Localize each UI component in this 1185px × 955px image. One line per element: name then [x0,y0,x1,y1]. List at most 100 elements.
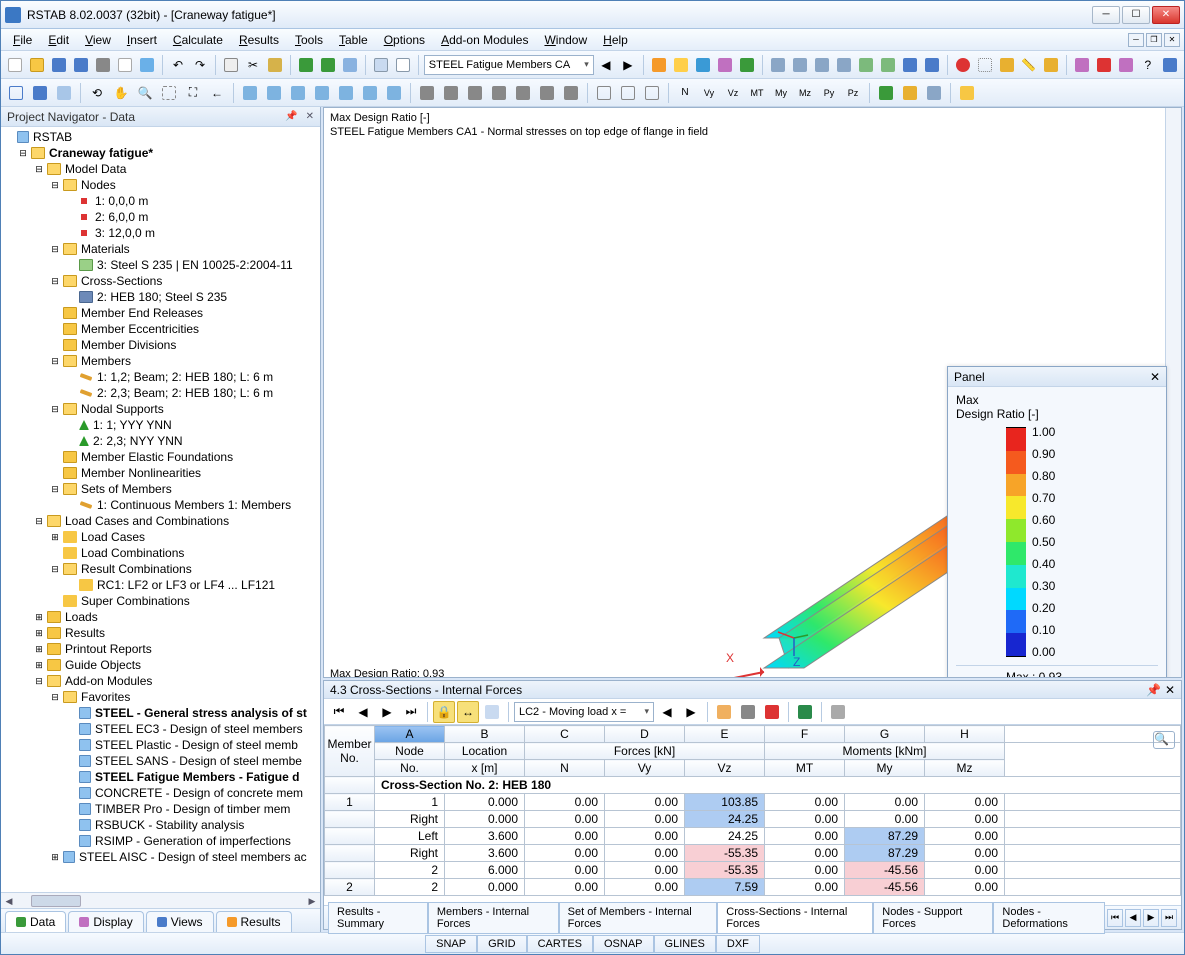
nav-tab-views[interactable]: Views [146,911,214,932]
tree-module[interactable]: ▸TIMBER Pro - Design of timber mem [1,801,320,817]
tree-super-combinations[interactable]: ▸Super Combinations [1,593,320,609]
tree-module[interactable]: ▸RSIMP - Generation of imperfections [1,833,320,849]
toolbar-icon[interactable] [715,54,735,76]
animation-icon[interactable] [875,82,897,104]
force-n-icon[interactable]: N [674,82,696,104]
close-icon[interactable]: ✕ [1150,370,1160,384]
tree-eccentricities[interactable]: ▸Member Eccentricities [1,321,320,337]
selection-icon[interactable] [593,82,615,104]
toolbar-icon[interactable] [812,54,832,76]
toolbar-icon[interactable] [834,54,854,76]
selection-icon[interactable] [641,82,663,104]
minimize-button[interactable]: ─ [1092,6,1120,24]
tree-sets-of-members[interactable]: ⊟Sets of Members [1,481,320,497]
menu-options[interactable]: Options [376,31,433,49]
tree-support[interactable]: ▸2: 2,3; NYY YNN [1,433,320,449]
scroll-left-icon[interactable]: ◀ [1,893,17,909]
navigator-icon[interactable] [371,54,391,76]
tree-result-combinations[interactable]: ⊟Result Combinations [1,561,320,577]
tree-model-data[interactable]: ⊟Model Data [1,161,320,177]
toolbar-icon[interactable] [1116,54,1136,76]
tree-module[interactable]: ▸STEEL - General stress analysis of st [1,705,320,721]
tree-node[interactable]: ▸1: 0,0,0 m [1,193,320,209]
horizontal-scrollbar[interactable]: ◀ ▶ [1,892,320,908]
navigator-tree[interactable]: ▸RSTAB⊟Craneway fatigue*⊟Model Data⊟Node… [1,127,320,892]
model-viewport[interactable]: Max Design Ratio [-] STEEL Fatigue Membe… [323,107,1182,678]
close-icon[interactable]: ✕ [1165,683,1175,697]
filter-icon[interactable] [956,82,978,104]
tree-set-member[interactable]: ▸1: Continuous Members 1: Members [1,497,320,513]
undo-icon[interactable]: ↶ [168,54,188,76]
filter-icon[interactable] [713,701,735,723]
menu-help[interactable]: Help [595,31,636,49]
values-icon[interactable] [923,82,945,104]
menu-insert[interactable]: Insert [119,31,165,49]
display-icon[interactable] [440,82,462,104]
display-icon[interactable] [488,82,510,104]
toolbar-icon[interactable] [737,54,757,76]
mdi-minimize-button[interactable]: ─ [1128,33,1144,47]
tree-module[interactable]: ▸RSBUCK - Stability analysis [1,817,320,833]
tree-node[interactable]: ▸3: 12,0,0 m [1,225,320,241]
zoom-icon[interactable]: 🔍 [134,82,156,104]
lock-icon[interactable]: 🔒 [433,701,455,723]
tree-cross-sections[interactable]: ⊟Cross-Sections [1,273,320,289]
tree-nonlinearities[interactable]: ▸Member Nonlinearities [1,465,320,481]
selection-icon[interactable] [617,82,639,104]
tree-module[interactable]: ▸STEEL Plastic - Design of steel memb [1,737,320,753]
tree-module[interactable]: ⊞STEEL AISC - Design of steel members ac [1,849,320,865]
color-icon[interactable] [761,701,783,723]
close-button[interactable]: ✕ [1152,6,1180,24]
nav-tab-display[interactable]: Display [68,911,143,932]
new-icon[interactable] [5,54,25,76]
wireframe-icon[interactable] [5,82,27,104]
first-icon[interactable]: ⏮ [328,701,350,723]
tree-supports[interactable]: ⊟Nodal Supports [1,401,320,417]
display-icon[interactable] [464,82,486,104]
dock-tab-2[interactable]: Set of Members - Internal Forces [559,902,718,934]
dock-tab-scroll-button[interactable]: ⏮ [1107,909,1123,927]
copy-icon[interactable] [221,54,241,76]
zoom-window-icon[interactable] [158,82,180,104]
menu-window[interactable]: Window [536,31,595,49]
view-z-icon[interactable] [311,82,333,104]
tree-cross-section[interactable]: ▸2: HEB 180; Steel S 235 [1,289,320,305]
tree-results[interactable]: ⊞Results [1,625,320,641]
tree-project[interactable]: ⊟Craneway fatigue* [1,145,320,161]
goto-icon[interactable] [481,701,503,723]
prev-view-icon[interactable]: ← [206,82,228,104]
tree-material[interactable]: ▸3: Steel S 235 | EN 10025-2:2004-11 [1,257,320,273]
dock-tab-scroll-button[interactable]: ⏭ [1161,909,1177,927]
last-icon[interactable]: ⏭ [400,701,422,723]
color-icon[interactable] [1094,54,1114,76]
toolbar-icon[interactable] [856,54,876,76]
grid-icon[interactable] [975,54,995,76]
mdi-restore-button[interactable]: ❐ [1146,33,1162,47]
menu-calculate[interactable]: Calculate [165,31,231,49]
parameters-icon[interactable] [340,54,360,76]
status-snap[interactable]: SNAP [425,935,477,953]
paste-icon[interactable] [265,54,285,76]
tree-end-releases[interactable]: ▸Member End Releases [1,305,320,321]
menu-add-on-modules[interactable]: Add-on Modules [433,31,536,49]
menu-view[interactable]: View [77,31,119,49]
dock-tab-scroll-button[interactable]: ◀ [1125,909,1141,927]
tree-reports[interactable]: ⊞Printout Reports [1,641,320,657]
pin-icon[interactable]: 📌 [285,111,297,122]
tree-member[interactable]: ▸2: 2,3; Beam; 2: HEB 180; L: 6 m [1,385,320,401]
tree-support[interactable]: ▸1: 1; YYY YNN [1,417,320,433]
diagram-icon[interactable] [899,82,921,104]
tree-load-cc[interactable]: ⊟Load Cases and Combinations [1,513,320,529]
excel-icon[interactable] [794,701,816,723]
sync-icon[interactable]: ↔ [457,701,479,723]
redo-icon[interactable]: ↷ [190,54,210,76]
magnify-button[interactable]: 🔍 [1153,731,1175,749]
close-icon[interactable]: ✕ [306,111,314,122]
cut-icon[interactable]: ✂ [243,54,263,76]
dock-tab-1[interactable]: Members - Internal Forces [428,902,559,934]
force-vz-icon[interactable]: Vz [722,82,744,104]
nav-tab-results[interactable]: Results [216,911,292,932]
help-icon[interactable]: ? [1138,54,1158,76]
toolbar-icon[interactable] [878,54,898,76]
pan-icon[interactable]: ✋ [110,82,132,104]
